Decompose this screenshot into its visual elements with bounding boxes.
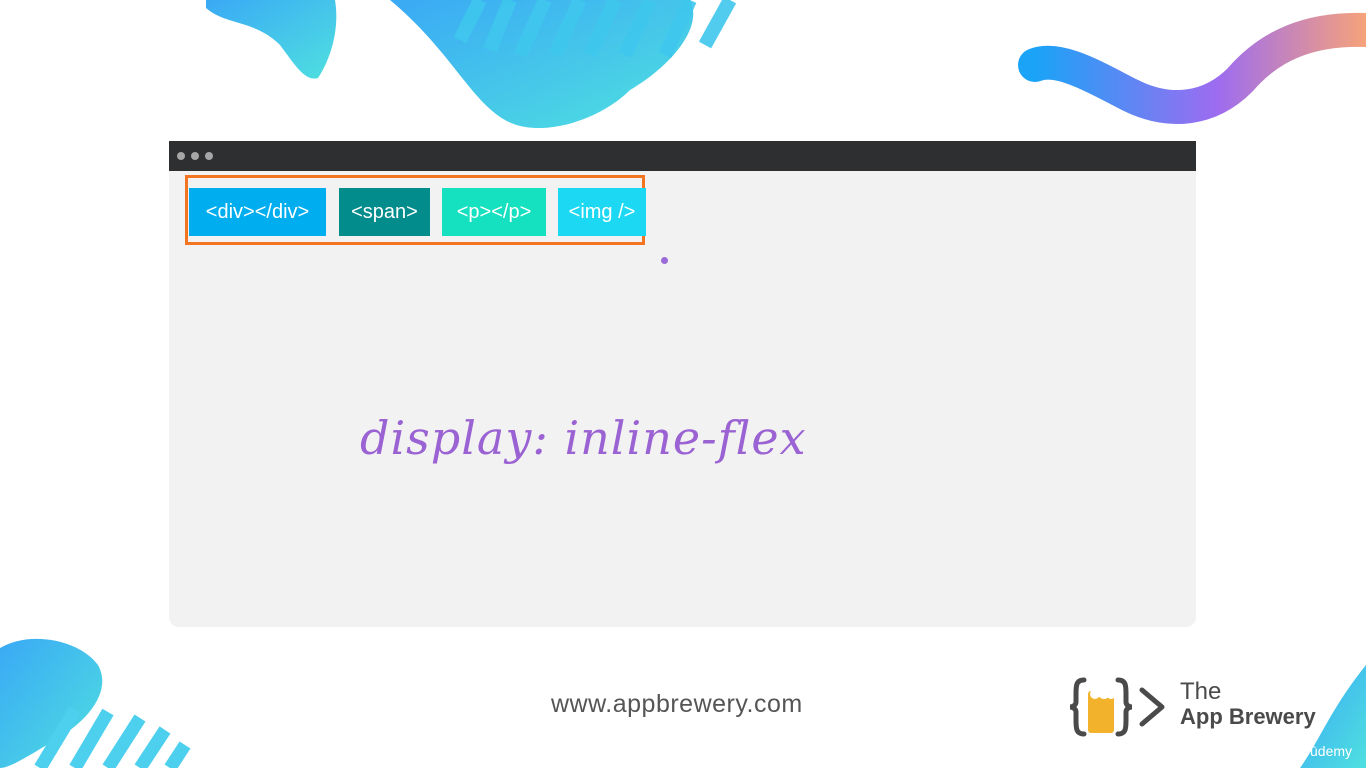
span-element-box: <span> [339,188,430,236]
browser-window: <div></div> <span> <p></p> <img /> displ… [169,141,1196,627]
window-dot-icon [205,152,213,160]
brand-name: App Brewery [1180,704,1316,729]
brand-the: The [1180,678,1222,705]
chevron-right-icon [1139,687,1165,727]
div-element-box: <div></div> [189,188,326,236]
site-url: www.appbrewery.com [551,690,803,718]
app-brewery-logo-icon [1069,677,1133,737]
window-dot-icon [191,152,199,160]
udemy-watermark: ūdemy [1310,743,1353,759]
window-dot-icon [177,152,185,160]
handwritten-annotation: display: inline-flex [360,411,807,465]
browser-titlebar [169,141,1196,171]
img-element-box: <img /> [558,188,646,236]
pen-cursor-dot [661,257,668,264]
p-element-box: <p></p> [442,188,546,236]
